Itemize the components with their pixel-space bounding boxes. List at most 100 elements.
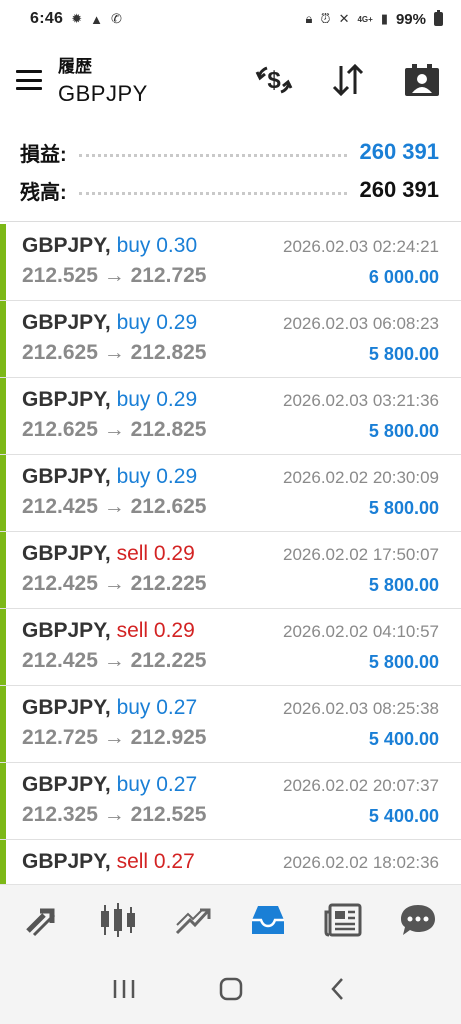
nav-trade[interactable] <box>165 892 221 948</box>
trade-profit: 6 000.00 <box>368 267 439 287</box>
trade-row[interactable]: GBPJPY, buy 0.29 212.625 → 212.825 2026.… <box>0 301 461 378</box>
news-icon <box>324 903 362 936</box>
profit-row: 損益: 260 391 <box>20 134 439 170</box>
profit-value: 260 391 <box>359 139 439 164</box>
nav-quotes[interactable] <box>15 892 71 948</box>
dotted-leader <box>78 153 348 157</box>
trade-volume: buy 0.29 <box>116 311 198 334</box>
bottom-nav <box>0 884 461 954</box>
trade-prices: 212.625 → 212.825 <box>22 341 207 364</box>
currency-button[interactable]: $ <box>254 60 294 100</box>
profit-indicator <box>0 532 6 608</box>
trade-time: 2026.02.03 06:08:23 <box>283 314 439 333</box>
profit-indicator <box>0 763 6 839</box>
svg-text:$: $ <box>267 67 281 94</box>
trade-profit: 5 800.00 <box>368 575 439 595</box>
messages-icon <box>400 904 435 935</box>
trade-row[interactable]: GBPJPY, buy 0.29 212.425 → 212.625 2026.… <box>0 455 461 532</box>
trade-prices: 212.425 → 212.225 <box>22 649 207 672</box>
trade-profit: 5 800.00 <box>368 344 439 364</box>
dotted-leader <box>78 191 348 195</box>
battery-percent: 99% <box>395 10 426 28</box>
header-titles: 履歴 GBPJPY <box>58 52 148 107</box>
home-button[interactable] <box>209 967 253 1011</box>
profit-indicator <box>0 224 6 300</box>
trade-time: 2026.02.02 20:07:37 <box>283 776 439 795</box>
divider <box>0 221 461 222</box>
report-calendar-icon <box>405 64 439 96</box>
menu-icon[interactable] <box>16 70 42 90</box>
trade-time: 2026.02.02 04:10:57 <box>283 622 439 641</box>
trade-profit: 5 800.00 <box>368 652 439 672</box>
alarm-icon: ⏰︎ <box>320 11 331 26</box>
profit-indicator <box>0 378 6 454</box>
nav-chart[interactable] <box>90 892 146 948</box>
profit-indicator <box>0 455 6 531</box>
trade-volume: buy 0.27 <box>116 773 198 796</box>
page-subtitle: 履歴 <box>58 57 92 76</box>
trade-volume: sell 0.29 <box>116 542 195 565</box>
trade-row[interactable]: GBPJPY, sell 0.29 212.425 → 212.225 2026… <box>0 532 461 609</box>
sort-button[interactable] <box>328 60 368 100</box>
trade-prices: 212.525 → 212.725 <box>22 264 207 287</box>
balance-label: 残高: <box>20 181 67 204</box>
nav-history[interactable] <box>240 892 296 948</box>
trade-prices: 212.725 → 212.925 <box>22 726 207 749</box>
system-nav <box>0 954 461 1024</box>
quotes-icon <box>26 908 56 936</box>
profit-label: 損益: <box>20 143 67 166</box>
trade-row[interactable]: GBPJPY, sell 0.27 2026.02.02 18:02:36 <box>0 840 461 884</box>
trade-profit: 5 800.00 <box>368 421 439 441</box>
trade-volume: sell 0.29 <box>116 619 195 642</box>
trade-volume: buy 0.29 <box>116 465 198 488</box>
trade-profit: 5 400.00 <box>368 729 439 749</box>
trade-symbol: GBPJPY, <box>22 850 111 873</box>
mute-icon: ✕ <box>338 11 350 26</box>
trade-symbol: GBPJPY, <box>22 234 111 257</box>
trade-row[interactable]: GBPJPY, buy 0.30 212.525 → 212.725 2026.… <box>0 224 461 301</box>
trade-prices: 212.425 → 212.625 <box>22 495 207 518</box>
trade-row[interactable]: GBPJPY, buy 0.29 212.625 → 212.825 2026.… <box>0 378 461 455</box>
profit-indicator <box>0 840 6 884</box>
trade-prices: 212.325 → 212.525 <box>22 803 207 826</box>
status-bar: 6:46 ✹ ▲ ✆ 🔒︎ ⏰︎ ✕ 4G+ ▮ 99% <box>0 0 461 38</box>
currency-exchange-icon: $ <box>255 66 293 94</box>
network-icon: 4G+ <box>357 14 373 24</box>
trade-symbol: GBPJPY, <box>22 388 111 411</box>
trade-list[interactable]: GBPJPY, buy 0.30 212.525 → 212.725 2026.… <box>0 224 461 884</box>
balance-value: 260 391 <box>359 177 439 202</box>
profit-indicator <box>0 609 6 685</box>
trade-symbol: GBPJPY, <box>22 773 111 796</box>
trade-prices: 212.425 → 212.225 <box>22 572 207 595</box>
back-icon <box>330 978 343 1000</box>
trade-symbol: GBPJPY, <box>22 465 111 488</box>
status-time: 6:46 <box>30 10 64 27</box>
weather-icon: ✹ <box>71 11 83 26</box>
trade-profit: 5 800.00 <box>368 498 439 518</box>
sort-icon <box>332 64 364 96</box>
trade-volume: sell 0.27 <box>116 850 195 873</box>
trade-time: 2026.02.02 20:30:09 <box>283 468 439 487</box>
nav-messages[interactable] <box>390 892 446 948</box>
trade-symbol: GBPJPY, <box>22 311 111 334</box>
nav-news[interactable] <box>315 892 371 948</box>
trade-volume: buy 0.29 <box>116 388 198 411</box>
recent-apps-button[interactable] <box>102 967 146 1011</box>
trade-time: 2026.02.03 02:24:21 <box>283 237 439 256</box>
trade-symbol: GBPJPY, <box>22 542 111 565</box>
trade-row[interactable]: GBPJPY, buy 0.27 212.725 → 212.925 2026.… <box>0 686 461 763</box>
screen: 6:46 ✹ ▲ ✆ 🔒︎ ⏰︎ ✕ 4G+ ▮ 99% 履歴 GBPJPY $ <box>0 0 461 1024</box>
trade-row[interactable]: GBPJPY, sell 0.29 212.425 → 212.225 2026… <box>0 609 461 686</box>
lock-icon: 🔒︎ <box>305 11 313 26</box>
profit-indicator <box>0 686 6 762</box>
recent-apps-icon <box>113 980 134 998</box>
trade-profit: 5 400.00 <box>368 806 439 826</box>
trade-row[interactable]: GBPJPY, buy 0.27 212.325 → 212.525 2026.… <box>0 763 461 840</box>
page-title: GBPJPY <box>58 81 148 106</box>
report-button[interactable] <box>402 60 442 100</box>
trade-icon <box>176 908 211 934</box>
profit-indicator <box>0 301 6 377</box>
back-button[interactable] <box>316 967 360 1011</box>
balance-row: 残高: 260 391 <box>20 172 439 208</box>
account-summary: 損益: 260 391 残高: 260 391 <box>0 132 461 216</box>
